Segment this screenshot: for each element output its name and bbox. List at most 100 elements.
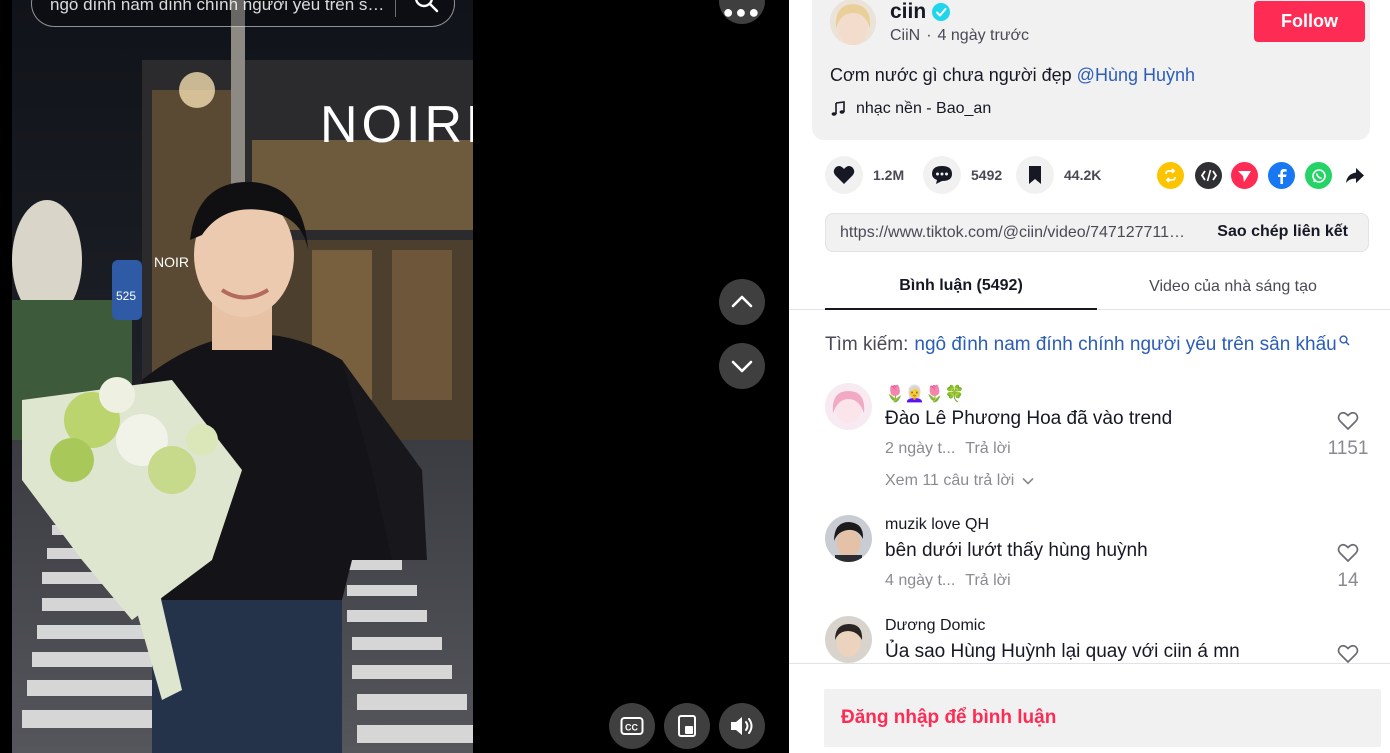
video-caption: Cơm nước gì chưa người đẹp @Hùng Huỳnh: [830, 65, 1195, 86]
comment-button[interactable]: [923, 156, 961, 194]
save-button[interactable]: [1016, 156, 1054, 194]
verified-icon: [932, 3, 951, 21]
copy-link-button[interactable]: Sao chép liên kết: [1217, 223, 1348, 241]
embed-button[interactable]: [1195, 162, 1222, 189]
like-outline-icon[interactable]: [1337, 543, 1359, 563]
repost-button[interactable]: [1157, 162, 1184, 189]
comment-count: 5492: [971, 167, 1003, 183]
pip-icon: [678, 715, 696, 737]
more-icon: ●●●: [722, 1, 762, 22]
chevron-up-icon: [731, 295, 753, 308]
chevron-down-icon: [1022, 477, 1034, 485]
commenter-avatar[interactable]: [825, 616, 872, 663]
comment-time: 2 ngày t...: [885, 440, 956, 457]
bookmark-icon: [1029, 166, 1041, 184]
whatsapp-icon: [1311, 168, 1326, 183]
more-options-button[interactable]: ●●●: [719, 0, 765, 24]
captions-icon: CC: [620, 717, 644, 735]
author-username[interactable]: ciin: [890, 0, 926, 24]
facebook-icon: [1277, 168, 1287, 184]
commenter-avatar[interactable]: [825, 515, 872, 562]
send-icon: [1238, 171, 1251, 182]
chevron-down-icon: [731, 360, 753, 373]
view-replies-button[interactable]: Xem 11 câu trả lời: [885, 472, 1034, 490]
comment-meta: 2 ngày t... Trả lời: [885, 440, 1011, 458]
related-search-suggestion[interactable]: Tìm kiếm: ngô đình nam đính chính người …: [825, 334, 1350, 356]
caption-text: Cơm nước gì chưa người đẹp: [830, 65, 1072, 85]
video-search-bar[interactable]: ngô đình nam đính chính người yêu trên s…: [31, 0, 455, 27]
commenter-name[interactable]: 🌷👩‍🦳🌷🍀: [885, 384, 965, 404]
share-facebook-button[interactable]: [1268, 162, 1295, 189]
previous-video-button[interactable]: [719, 279, 765, 325]
like-count: 1.2M: [873, 167, 905, 183]
comment-list[interactable]: 🌷👩‍🦳🌷🍀 Đào Lê Phương Hoa đã vào trend 2 …: [789, 375, 1390, 663]
comment-time: 4 ngày t...: [885, 572, 956, 589]
reply-button[interactable]: Trả lời: [965, 440, 1010, 458]
commenter-avatar-image: [825, 515, 872, 562]
comment-text: Ủa sao Hùng Huỳnh lại quay với ciin á mn: [885, 641, 1240, 662]
caption-mention-link[interactable]: @Hùng Huỳnh: [1077, 65, 1195, 85]
comment-text: Đào Lê Phương Hoa đã vào trend: [885, 408, 1173, 429]
comment-like-count: 1151: [1327, 438, 1369, 459]
comment-like[interactable]: [1325, 644, 1371, 663]
music-label: nhạc nền - Bao_an: [856, 100, 992, 117]
repost-icon: [1165, 168, 1176, 183]
share-arrow-icon: [1345, 167, 1364, 183]
search-icon[interactable]: [413, 0, 439, 13]
comment-like-count: 14: [1337, 570, 1359, 591]
volume-icon: [731, 717, 753, 735]
save-action[interactable]: 44.2K: [1016, 156, 1101, 194]
next-video-button[interactable]: [719, 343, 765, 389]
author-username-row: ciin: [890, 0, 951, 24]
share-whatsapp-button[interactable]: [1305, 162, 1332, 189]
video-player[interactable]: NOIRE NOIR 525: [0, 0, 789, 753]
author-nickname: CiiN: [890, 27, 921, 44]
author-avatar[interactable]: [830, 0, 876, 45]
commenter-name[interactable]: muzik love QH: [885, 516, 989, 534]
like-outline-icon[interactable]: [1337, 644, 1359, 663]
comment-icon: [932, 166, 952, 184]
login-to-comment-button[interactable]: Đăng nhập để bình luận: [824, 689, 1381, 747]
poster-text: 525: [116, 289, 136, 303]
comment-like[interactable]: 1151: [1325, 411, 1371, 460]
author-avatar-image: [830, 0, 876, 45]
comment-input-area: Đăng nhập để bình luận: [789, 663, 1390, 753]
store-sign: NOIRE: [320, 96, 473, 154]
post-time: 4 ngày trước: [937, 27, 1030, 44]
suggestion-query[interactable]: ngô đình nam đính chính người yêu trên s…: [914, 334, 1336, 356]
follow-button[interactable]: Follow: [1254, 1, 1365, 42]
tiktok-video-page: NOIRE NOIR 525: [0, 0, 1390, 753]
video-info-card: ciin CiiN · 4 ngày trước Follow Cơm nước…: [812, 0, 1370, 140]
comment-like[interactable]: 14: [1325, 543, 1371, 592]
comment-tabs: Bình luận (5492) Video của nhà sáng tạo: [789, 264, 1390, 310]
save-count: 44.2K: [1064, 167, 1102, 183]
volume-button[interactable]: [719, 703, 765, 749]
commenter-name[interactable]: Dương Domic: [885, 617, 985, 635]
like-outline-icon[interactable]: [1337, 411, 1359, 431]
search-divider: [395, 0, 396, 17]
comment-action[interactable]: 5492: [923, 156, 1002, 194]
action-bar: 1.2M 5492 44.2K: [825, 156, 1365, 196]
like-action[interactable]: 1.2M: [825, 156, 904, 194]
tab-comments[interactable]: Bình luận (5492): [825, 264, 1097, 310]
share-more-button[interactable]: [1341, 162, 1368, 189]
video-url[interactable]: https://www.tiktok.com/@ciin/video/74712…: [840, 224, 1192, 242]
commenter-avatar[interactable]: [825, 383, 872, 430]
commenter-avatar-image: [825, 383, 872, 430]
reply-button[interactable]: Trả lời: [965, 572, 1010, 590]
music-link[interactable]: nhạc nền - Bao_an: [830, 100, 991, 118]
video-frame[interactable]: NOIRE NOIR 525: [12, 0, 473, 753]
view-replies-label: Xem 11 câu trả lời: [885, 472, 1015, 489]
send-to-friends-button[interactable]: [1231, 162, 1258, 189]
heart-icon: [833, 166, 855, 184]
picture-in-picture-button[interactable]: [664, 703, 710, 749]
store-sign-small: NOIR: [154, 254, 189, 270]
author-subline: CiiN · 4 ngày trước: [890, 27, 1029, 45]
captions-button[interactable]: CC: [609, 703, 655, 749]
suggestion-prefix: Tìm kiếm:: [825, 334, 909, 355]
video-search-text[interactable]: ngô đình nam đính chính người yêu trên s…: [50, 0, 390, 15]
tab-creator-videos[interactable]: Video của nhà sáng tạo: [1097, 264, 1369, 310]
video-scene: NOIRE NOIR 525: [12, 0, 473, 753]
like-button[interactable]: [825, 156, 863, 194]
svg-text:CC: CC: [625, 723, 638, 733]
